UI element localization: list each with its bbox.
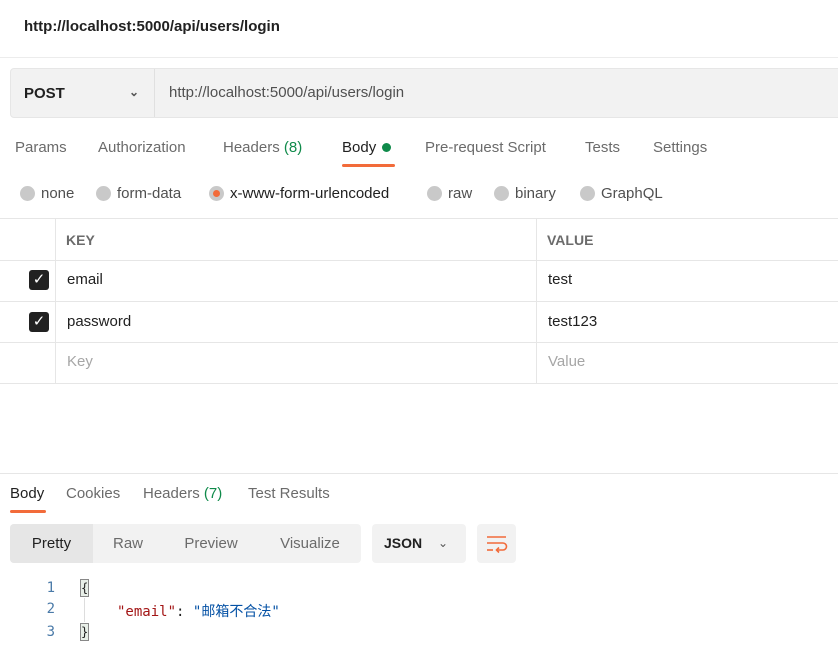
- view-pretty-button[interactable]: Pretty: [10, 524, 93, 563]
- view-raw-button[interactable]: Raw: [93, 524, 163, 563]
- radio-raw[interactable]: raw: [427, 185, 472, 202]
- radio-x-www-form-urlencoded[interactable]: x-www-form-urlencoded: [209, 185, 389, 202]
- radio-graphql[interactable]: GraphQL: [580, 185, 663, 202]
- json-colon: :: [176, 604, 185, 620]
- value-cell[interactable]: test123: [548, 313, 597, 330]
- radio-label: x-www-form-urlencoded: [230, 185, 390, 202]
- value-input[interactable]: Value: [548, 353, 585, 370]
- key-cell[interactable]: email: [67, 271, 103, 288]
- key-cell[interactable]: password: [67, 313, 131, 330]
- radio-label: none: [41, 185, 75, 202]
- tab-authorization[interactable]: Authorization: [98, 139, 186, 156]
- radio-icon: [580, 186, 595, 201]
- url-input[interactable]: http://localhost:5000/api/users/login: [169, 84, 404, 101]
- json-key: "email": [117, 604, 177, 620]
- divider: [0, 218, 838, 219]
- headers-count: (7): [203, 485, 223, 502]
- line-number: 2: [46, 601, 55, 617]
- key-input[interactable]: Key: [67, 353, 93, 370]
- wrap-lines-button[interactable]: [477, 524, 516, 563]
- checkbox-checked-icon[interactable]: ✓: [29, 270, 49, 290]
- headers-count: (8): [283, 139, 303, 156]
- indent-guide: [84, 598, 85, 622]
- radio-form-data[interactable]: form-data: [96, 185, 181, 202]
- tab-params[interactable]: Params: [15, 139, 67, 156]
- url-bar: POST ⌄ http://localhost:5000/api/users/lo…: [10, 68, 838, 118]
- radio-label: GraphQL: [601, 185, 663, 202]
- divider: [0, 342, 838, 343]
- format-label: JSON: [384, 535, 423, 551]
- active-tab-underline: [342, 164, 395, 167]
- radio-label: binary: [515, 185, 556, 202]
- resp-tab-cookies[interactable]: Cookies: [66, 485, 120, 502]
- radio-label: form-data: [117, 185, 182, 202]
- code-line: "email": "邮箱不合法": [117, 601, 280, 621]
- divider: [0, 473, 838, 474]
- open-brace: {: [80, 579, 89, 597]
- tab-body-label: Body: [342, 139, 377, 156]
- divider: [55, 218, 56, 383]
- tab-headers[interactable]: Headers (8): [223, 139, 302, 156]
- wrap-icon: [487, 536, 508, 554]
- body-indicator-dot: [382, 143, 392, 152]
- close-brace: }: [80, 623, 89, 641]
- request-title: http://localhost:5000/api/users/login: [24, 18, 280, 35]
- resp-tab-headers[interactable]: Headers (7): [143, 485, 222, 502]
- method-label: POST: [24, 84, 65, 102]
- divider: [0, 383, 838, 384]
- radio-label: raw: [448, 185, 473, 202]
- tab-prerequest-script[interactable]: Pre-request Script: [425, 139, 546, 156]
- radio-binary[interactable]: binary: [494, 185, 556, 202]
- format-select[interactable]: JSON ⌄: [372, 524, 466, 563]
- view-mode-toggle: Pretty Raw Preview Visualize: [10, 524, 361, 563]
- tab-body[interactable]: Body: [342, 139, 392, 156]
- radio-icon: [20, 186, 35, 201]
- divider: [0, 260, 838, 261]
- column-header-value: VALUE: [547, 232, 594, 248]
- divider: [0, 301, 838, 302]
- checkbox-checked-icon[interactable]: ✓: [29, 312, 49, 332]
- resp-tab-test-results[interactable]: Test Results: [248, 485, 330, 502]
- radio-selected-icon: [209, 186, 224, 201]
- resp-tab-headers-label: Headers: [143, 485, 200, 502]
- divider: [0, 57, 838, 58]
- radio-icon: [494, 186, 509, 201]
- radio-icon: [96, 186, 111, 201]
- view-preview-button[interactable]: Preview: [163, 524, 259, 563]
- method-select[interactable]: POST ⌄: [11, 69, 155, 117]
- chevron-down-icon: ⌄: [438, 536, 449, 550]
- json-value: "邮箱不合法": [192, 604, 280, 620]
- radio-icon: [427, 186, 442, 201]
- resp-tab-body[interactable]: Body: [10, 485, 44, 502]
- divider: [536, 218, 537, 383]
- tab-tests[interactable]: Tests: [585, 139, 620, 156]
- active-tab-underline: [10, 510, 46, 513]
- line-number: 1: [46, 580, 55, 596]
- value-cell[interactable]: test: [548, 271, 572, 288]
- tab-settings[interactable]: Settings: [653, 139, 707, 156]
- line-number: 3: [46, 624, 55, 640]
- chevron-down-icon: ⌄: [129, 85, 140, 99]
- tab-headers-label: Headers: [223, 139, 280, 156]
- radio-none[interactable]: none: [20, 185, 74, 202]
- column-header-key: KEY: [66, 232, 95, 248]
- view-visualize-button[interactable]: Visualize: [259, 524, 361, 563]
